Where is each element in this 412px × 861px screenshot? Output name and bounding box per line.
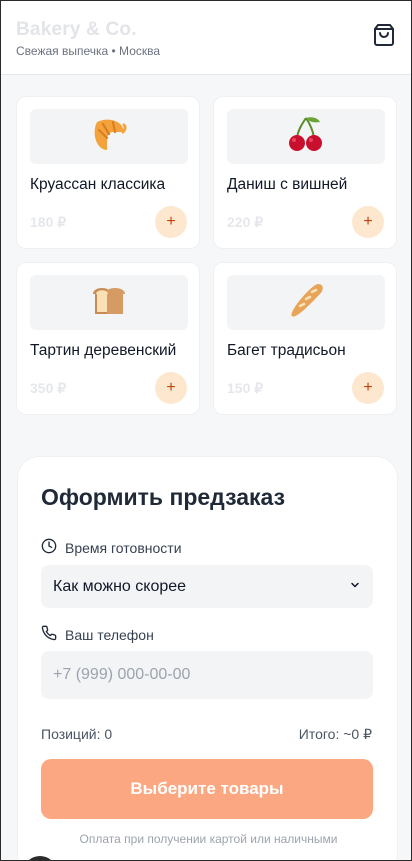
- product-card[interactable]: Тартин деревенский 350 ₽ +: [16, 262, 200, 415]
- ready-time-select[interactable]: Как можно скорее: [41, 565, 373, 608]
- baguette-icon: [286, 280, 326, 325]
- phone-input[interactable]: [41, 651, 373, 699]
- ready-time-value: Как можно скорее: [53, 577, 187, 595]
- order-total: Итого: ~0 ₽: [298, 726, 372, 742]
- product-name: Тартин деревенский: [30, 342, 177, 359]
- preorder-title: Оформить предзаказ: [41, 484, 286, 510]
- phone-icon: [41, 625, 57, 644]
- product-price: 150 ₽: [227, 380, 264, 396]
- add-to-cart-button[interactable]: +: [352, 206, 384, 238]
- ready-time-label-text: Время готовности: [65, 539, 182, 556]
- brand-tagline: Свежая выпечка • Москва: [16, 44, 161, 58]
- payment-note: Оплата при получении картой или наличным…: [79, 832, 338, 846]
- brand-name: Bakery & Co.: [16, 19, 137, 40]
- clock-icon: [41, 538, 57, 557]
- product-name: Багет традисьон: [227, 342, 346, 359]
- product-price: 180 ₽: [30, 214, 67, 230]
- phone-label-text: Ваш телефон: [65, 626, 154, 643]
- cherry-icon: [286, 114, 326, 159]
- add-to-cart-button[interactable]: +: [155, 206, 187, 238]
- product-name: Даниш с вишней: [227, 176, 348, 193]
- product-grid: Круассан классика 180 ₽ + Даниш с вишней…: [16, 96, 398, 415]
- app-frame: Bakery & Co. Свежая выпечка • Москва Кру…: [0, 0, 412, 861]
- add-to-cart-button[interactable]: +: [352, 372, 384, 404]
- product-card[interactable]: Круассан классика 180 ₽ +: [16, 96, 200, 249]
- product-thumbnail: [227, 109, 385, 164]
- add-to-cart-button[interactable]: +: [155, 372, 187, 404]
- product-thumbnail: [227, 275, 385, 330]
- positions-count: Позиций: 0: [41, 726, 113, 742]
- ready-time-label: Время готовности: [41, 538, 182, 557]
- cart-button[interactable]: [371, 23, 397, 52]
- shopping-bag-icon: [372, 23, 396, 52]
- bread-icon: [89, 280, 129, 325]
- app-header: Bakery & Co. Свежая выпечка • Москва: [1, 1, 411, 75]
- product-thumbnail: [30, 275, 188, 330]
- submit-order-button[interactable]: Выберите товары: [41, 759, 373, 819]
- preorder-form: Оформить предзаказ Время готовности Как …: [17, 456, 398, 860]
- chevron-down-icon: [349, 578, 361, 596]
- product-name: Круассан классика: [30, 176, 166, 193]
- product-price: 220 ₽: [227, 214, 264, 230]
- phone-label: Ваш телефон: [41, 625, 154, 644]
- product-price: 350 ₽: [30, 380, 67, 396]
- product-thumbnail: [30, 109, 188, 164]
- product-card[interactable]: Даниш с вишней 220 ₽ +: [213, 96, 397, 249]
- product-card[interactable]: Багет традисьон 150 ₽ +: [213, 262, 397, 415]
- croissant-icon: [89, 114, 129, 159]
